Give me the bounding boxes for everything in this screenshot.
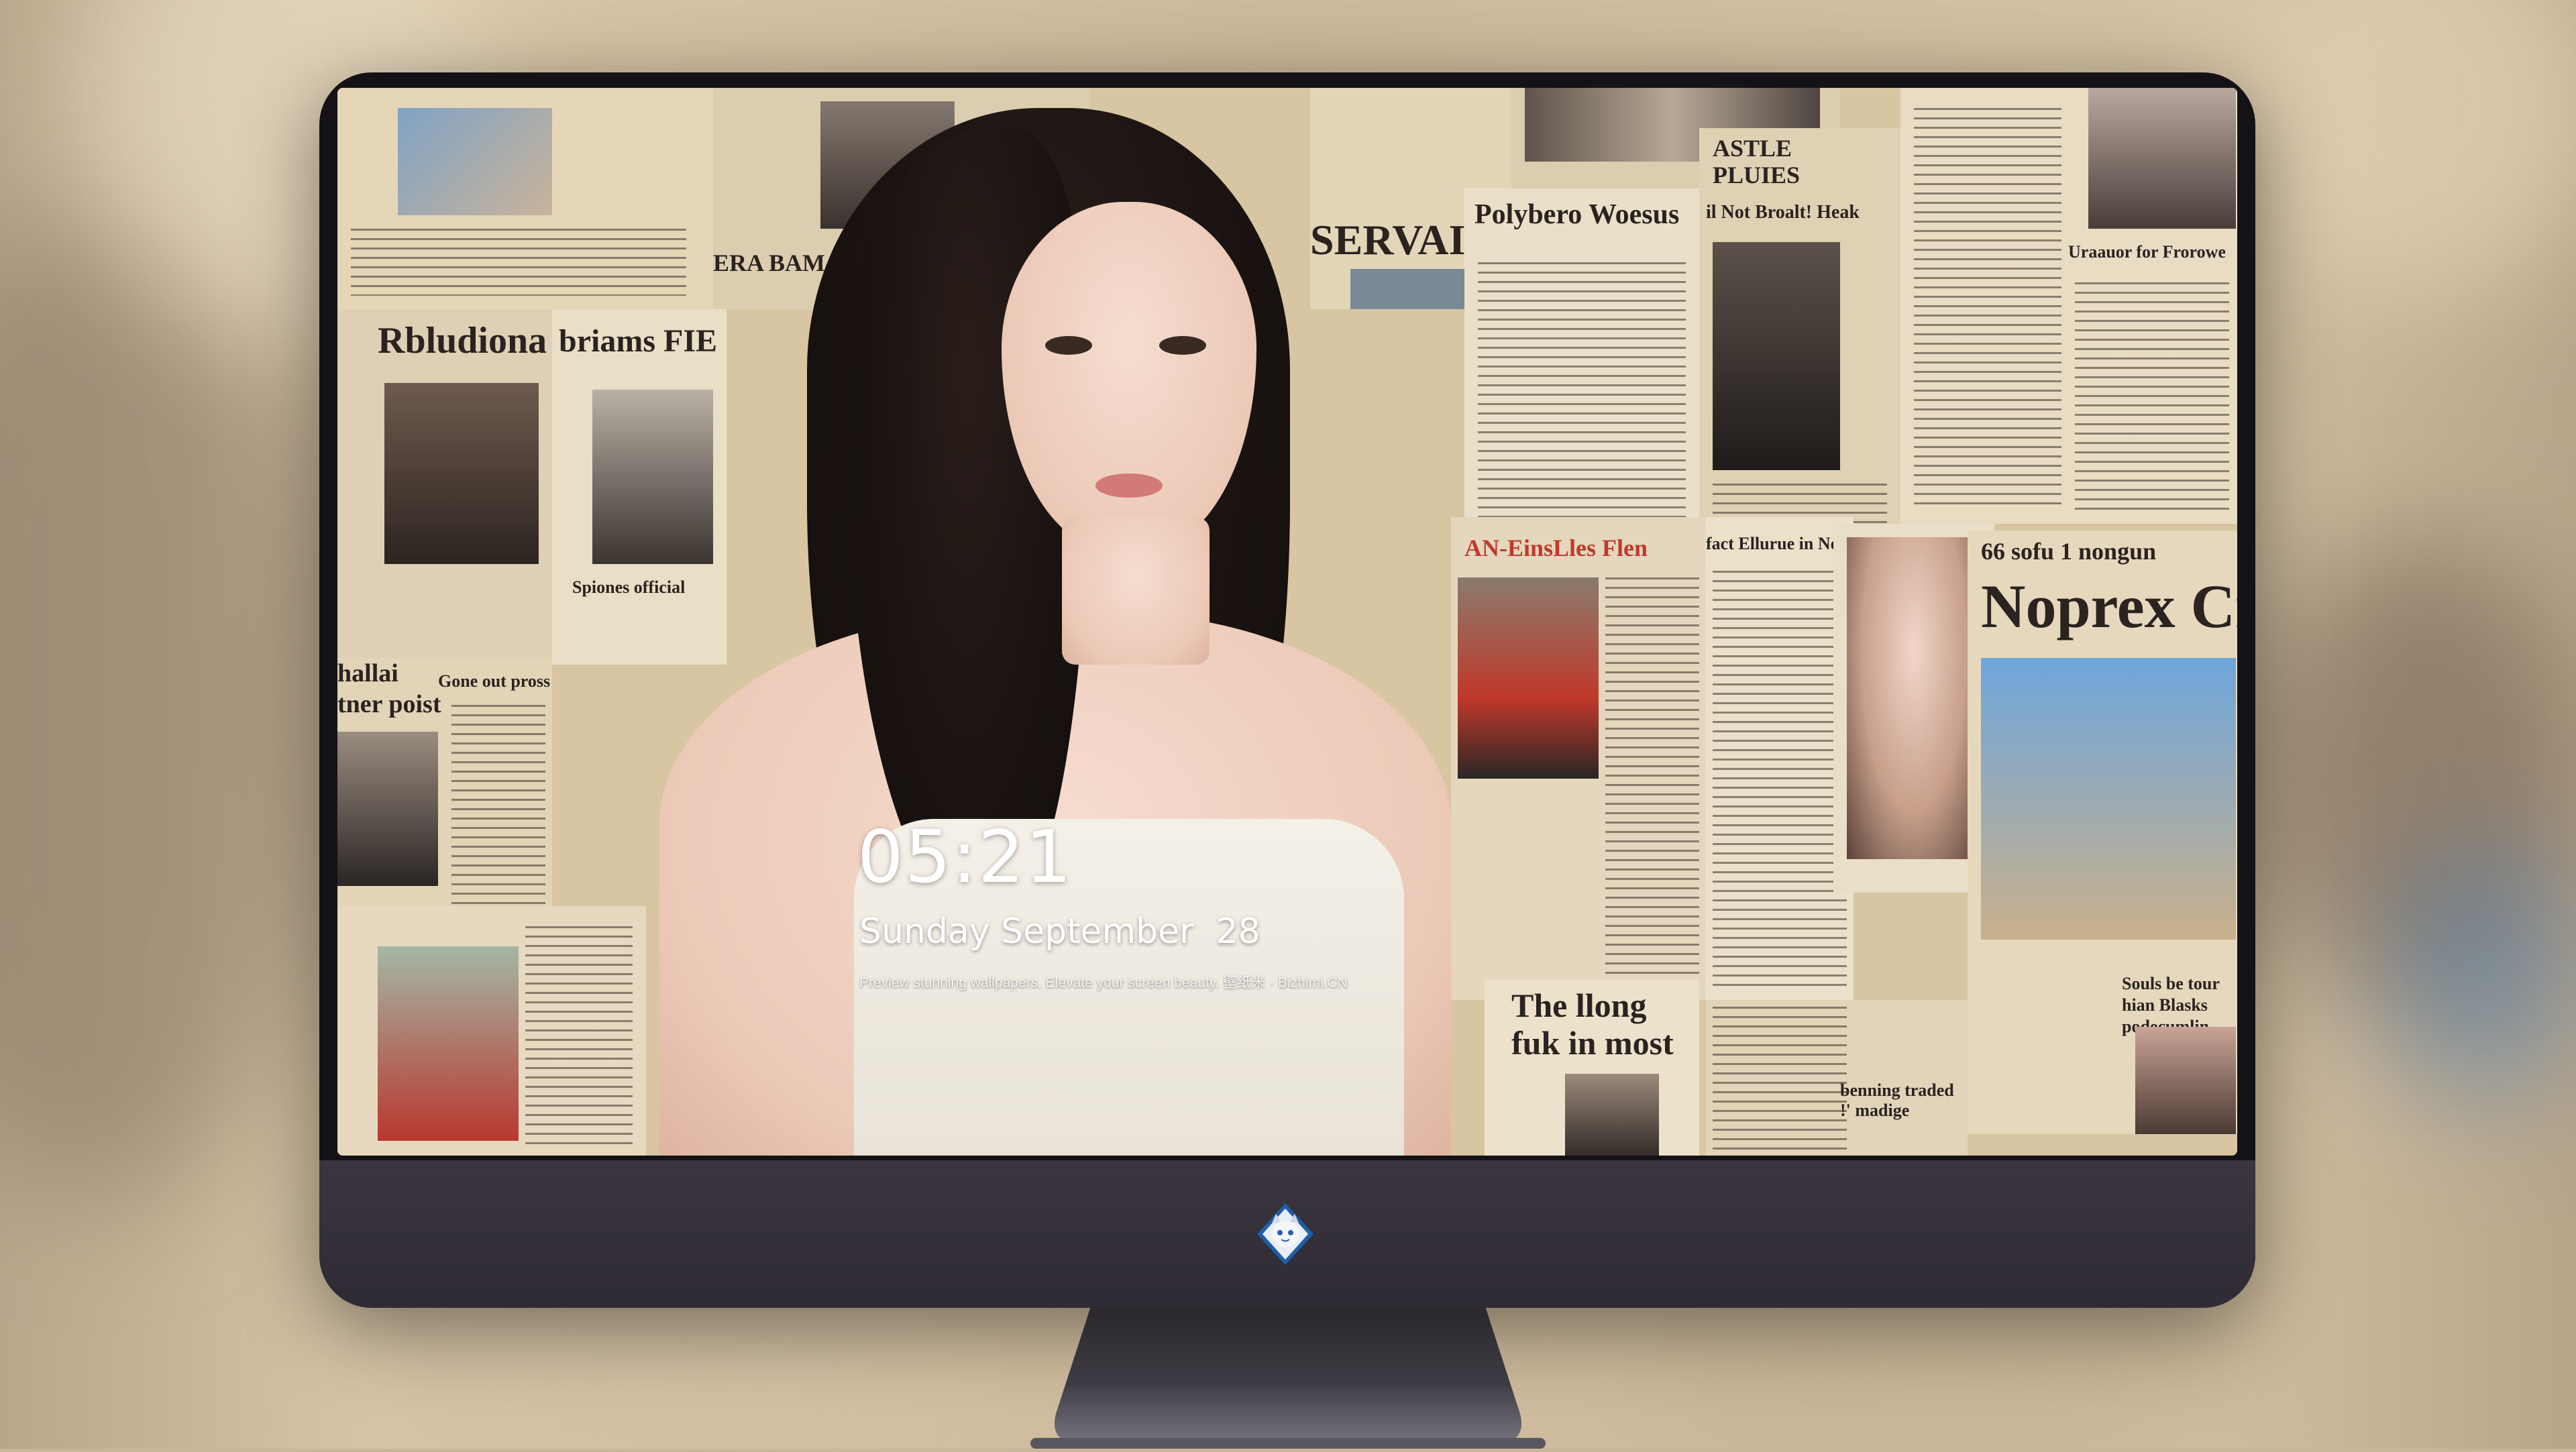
wallpaper-figure-face (1002, 202, 1256, 551)
headline: AN-EinsLles Flen (1464, 535, 1648, 561)
lock-screen-tagline: Preview stunning wallpapers. Elevate you… (859, 975, 1348, 991)
headline: benning traded !' madige (1840, 1080, 1954, 1120)
newspaper-noprex: 66 sofu 1 nongun Noprex Cro Souls be tou… (1968, 530, 2237, 1134)
monitor-stand (990, 1306, 1586, 1449)
desktop-screen: Rbludiona briams FIE Spiones official ha… (337, 88, 2237, 1156)
headline: Rbludiona (378, 320, 547, 361)
newspaper-right-top: Uraauor for Frorowe (1900, 88, 2237, 524)
wallpaper-figure-eyes (1045, 336, 1213, 363)
newspaper-left-bottom (337, 906, 646, 1156)
headline: Polybero Woesus (1474, 199, 1680, 230)
headline: ASTLE PLUIES (1713, 135, 1801, 188)
headline: Spiones official (572, 577, 686, 597)
cat-mascot-icon (1252, 1200, 1319, 1268)
newspaper-fact: fact Ellurue in Norri (1706, 517, 1860, 1000)
headline: Noprex Cro (1981, 572, 2237, 640)
headline: briams FIE (559, 323, 718, 359)
newspaper-einsles: AN-EinsLles Flen (1451, 517, 1706, 1000)
lock-screen-date: Sunday September 28 (859, 911, 1260, 952)
headline: Uraauor for Frorowe (2068, 242, 2226, 262)
newspaper-left-mid2: briams FIE Spiones official (552, 309, 727, 665)
lock-screen-time: 05:21 (857, 816, 1073, 899)
newspaper-left-mid: Rbludiona (337, 309, 552, 658)
newspaper-bottom-right: benning traded !' madige (1706, 1000, 1968, 1156)
headline: il Not Broalt! Heak (1706, 202, 1860, 223)
monitor-frame: Rbludiona briams FIE Spiones official ha… (319, 72, 2255, 1308)
wallpaper-figure-neck (1062, 517, 1210, 665)
newspaper-left-top (337, 88, 713, 309)
wallpaper-figure-lips (1095, 473, 1163, 498)
headline: The llong fuk in most (1511, 987, 1674, 1062)
headline: hallai tner poist (337, 659, 441, 718)
headline: Gone out pross (438, 671, 551, 691)
newspaper-thellong: The llong fuk in most (1485, 980, 1699, 1156)
headline: 66 sofu 1 nongun (1981, 538, 2157, 565)
